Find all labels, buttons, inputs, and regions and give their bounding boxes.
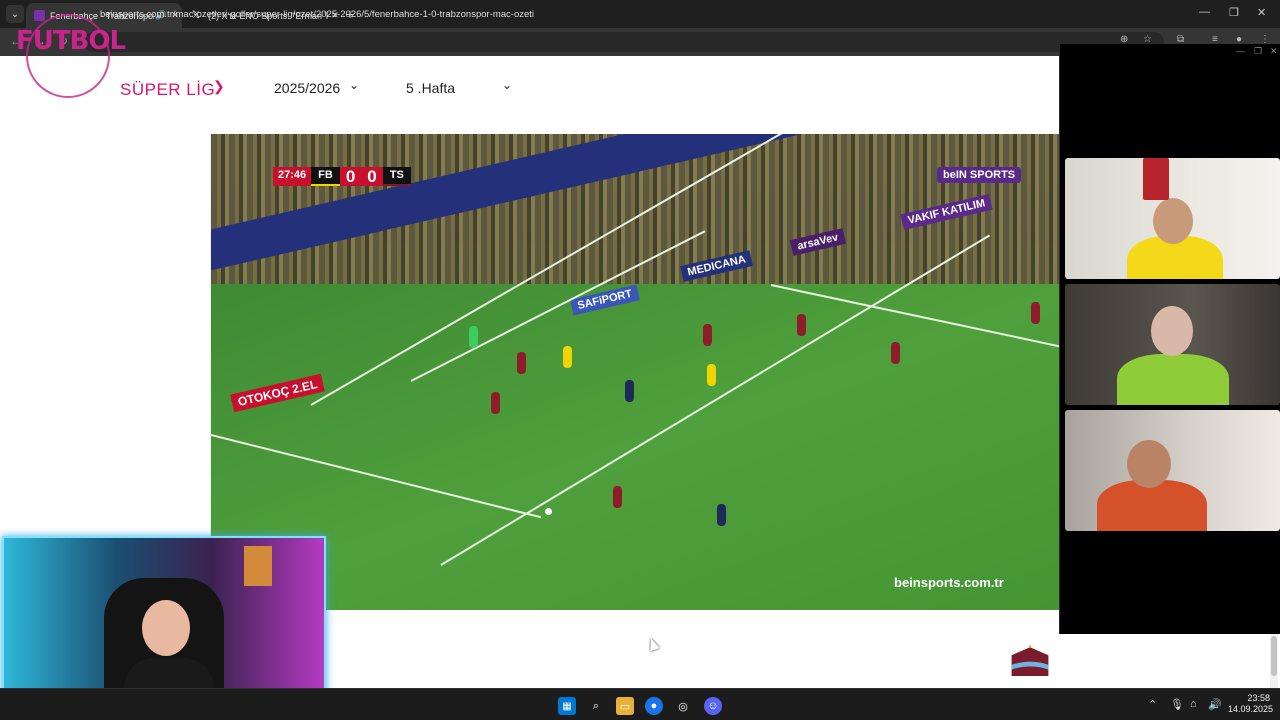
file-explorer-icon[interactable]: ▭ [616,697,634,715]
poster [244,546,272,586]
ball [545,508,552,515]
voice-call-overlay: — ❐ ✕ [1059,44,1280,634]
trabzonspor-logo-icon [1011,644,1049,676]
league-select[interactable]: SÜPER LİG [120,80,215,100]
close-window-icon[interactable]: ✕ [1257,6,1266,19]
chrome-icon[interactable]: ● [645,697,663,715]
player [1031,302,1040,324]
player [707,364,716,386]
video-player[interactable]: MEDICANA SAFiPORT arsaVev VAKIF KATILIM … [211,134,1059,610]
participant-head [1127,440,1171,488]
player [891,342,900,364]
player [563,346,572,368]
chevron-down-icon[interactable]: ❯ [213,78,225,95]
streamer-face [142,600,190,656]
goalkeeper [469,326,478,348]
filter-bar: SÜPER LİG ❯ 2025/2026 ⌄ 5 .Hafta ⌄ [0,56,1060,120]
taskbar: ▦ ⌕ ▭ ● ◎ ☺ ⌃ 🎙 ⌂ 🔊 23:58 14.09.2025 [0,688,1280,720]
participant-camera-2[interactable] [1065,284,1280,405]
clock[interactable]: 23:58 14.09.2025 [1228,693,1274,715]
stream-logo: FUTBOL [14,6,144,98]
url-text[interactable]: beinsports.com.tr/mac-ozetleri-goller/su… [100,9,534,20]
chevron-down-icon[interactable]: ⌄ [502,78,512,92]
match-clock: 27:46 [273,167,312,186]
network-icon[interactable]: ⌂ [1190,698,1197,710]
participant-body [1117,354,1229,405]
flag [1143,158,1169,200]
discord-icon[interactable]: ☺ [704,697,722,715]
player [797,314,806,336]
week-select[interactable]: 5 .Hafta [406,80,455,96]
logo-text: FUTBOL [16,26,126,56]
volume-icon[interactable]: 🔊 [1208,698,1222,711]
away-score: 0 [361,167,383,186]
participant-head [1153,198,1193,244]
time-text: 23:58 [1247,693,1270,703]
minimize-icon[interactable]: — [1236,46,1245,56]
broadcaster-logo: beIN SPORTS [937,167,1022,183]
restore-icon[interactable]: ❐ [1254,46,1262,57]
scrollbar-thumb[interactable] [1271,636,1277,676]
url-input[interactable] [84,32,1164,52]
restore-icon[interactable]: ❐ [1229,6,1239,19]
side-panel [14,134,211,534]
obs-icon[interactable]: ◎ [674,697,692,715]
search-icon[interactable]: ⌕ [587,697,605,715]
player [491,392,500,414]
watermark: beinsports.com.tr [894,575,1004,590]
participant-head [1151,306,1193,356]
scoreboard: 27:46 FB 0 0 TS [273,167,411,186]
home-team: FB [311,167,340,186]
chevron-down-icon[interactable]: ⌄ [349,78,359,92]
season-select[interactable]: 2025/2026 [274,80,340,96]
close-icon[interactable]: ✕ [1270,46,1278,57]
participant-camera-3[interactable] [1065,410,1280,531]
date-text: 14.09.2025 [1228,704,1274,714]
player [717,504,726,526]
player [517,352,526,374]
player [703,324,712,346]
minimize-icon[interactable]: — [1199,6,1210,18]
start-windows-icon[interactable]: ▦ [558,697,576,715]
participant-camera-1[interactable] [1065,158,1280,279]
microphone-icon[interactable]: 🎙 [1170,698,1184,711]
chevron-up-icon[interactable]: ⌃ [1148,698,1157,711]
away-team: TS [382,167,411,186]
home-score: 0 [339,167,362,186]
player [625,380,634,402]
player [613,486,622,508]
